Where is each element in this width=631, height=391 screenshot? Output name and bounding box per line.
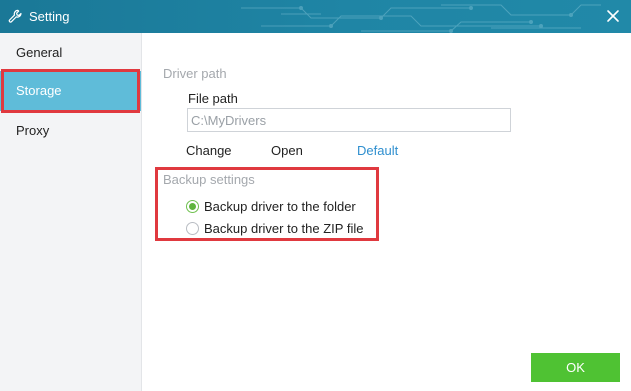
radio-button[interactable] — [186, 199, 199, 213]
backup-zip-option[interactable]: Backup driver to the ZIP file — [186, 219, 363, 237]
sidebar-item-storage[interactable]: Storage — [0, 71, 141, 111]
open-button[interactable]: Open — [271, 143, 303, 158]
sidebar-item-label: Proxy — [16, 123, 50, 138]
backup-folder-label: Backup driver to the folder — [204, 198, 356, 214]
circuit-pattern — [241, 4, 601, 33]
backup-section-title: Backup settings — [163, 172, 255, 187]
backup-folder-option[interactable]: Backup driver to the folder — [186, 197, 356, 215]
settings-sidebar: General Storage Proxy — [0, 33, 142, 391]
window-title: Setting — [29, 9, 70, 24]
backup-zip-label: Backup driver to the ZIP file — [204, 220, 364, 236]
ok-button[interactable]: OK — [531, 353, 620, 382]
file-path-input[interactable] — [187, 108, 511, 132]
sidebar-item-label: General — [16, 45, 63, 60]
driver-path-section-title: Driver path — [163, 66, 227, 81]
file-path-label: File path — [188, 91, 238, 106]
sidebar-item-general[interactable]: General — [0, 33, 141, 73]
default-link[interactable]: Default — [357, 143, 398, 158]
radio-button[interactable] — [186, 221, 199, 235]
sidebar-item-proxy[interactable]: Proxy — [0, 111, 141, 151]
close-icon[interactable] — [605, 8, 621, 24]
change-button[interactable]: Change — [186, 143, 232, 158]
sidebar-item-label: Storage — [16, 83, 62, 98]
wrench-icon — [8, 9, 22, 23]
title-bar: Setting — [0, 0, 631, 33]
